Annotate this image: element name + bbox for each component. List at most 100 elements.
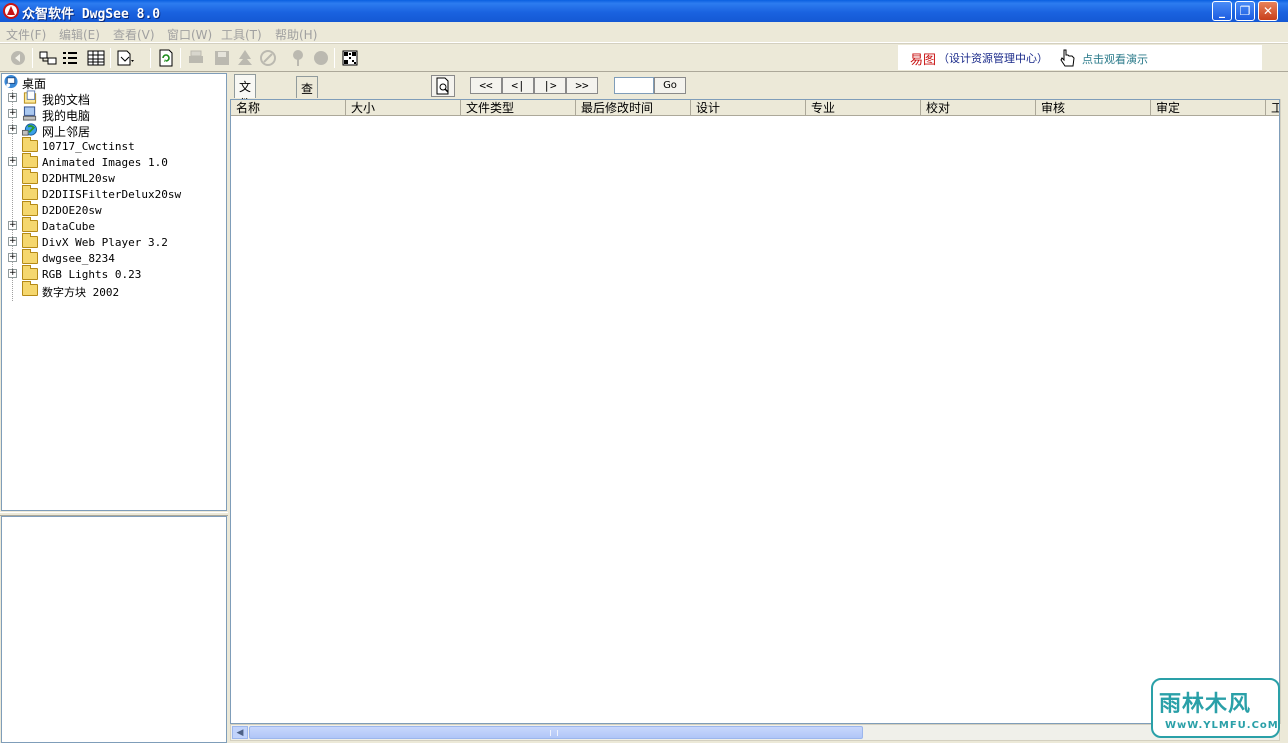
title-bar[interactable]: 众智软件 DwgSee 8.0 _ ❐ ✕ xyxy=(0,0,1288,22)
app-logo-icon[interactable] xyxy=(3,3,19,19)
file-type-filter-icon[interactable] xyxy=(115,48,135,68)
tree-item-folder[interactable]: D2DOE20sw xyxy=(2,201,226,218)
tree-item-folder[interactable]: + dwgsee_8234 xyxy=(2,249,226,266)
menu-help[interactable]: 帮助(H) xyxy=(275,26,317,43)
left-pane: 桌面 + 我的文档 + 我的电脑 + 网上邻居 10717_Cwctinst +… xyxy=(0,72,228,743)
folder-tree[interactable]: 桌面 + 我的文档 + 我的电脑 + 网上邻居 10717_Cwctinst +… xyxy=(1,73,227,511)
tree-item-folder[interactable]: + Animated Images 1.0 xyxy=(2,153,226,170)
tree-item-folder[interactable]: D2DIISFilterDelux20sw xyxy=(2,185,226,202)
save-icon[interactable] xyxy=(212,48,232,68)
restore-button[interactable]: ❐ xyxy=(1235,1,1255,21)
watermark-url: WwW.YLMFU.CoM xyxy=(1165,720,1279,731)
ad-brand-sub: （设计资源管理中心） xyxy=(938,52,1048,65)
menu-file[interactable]: 文件(F) xyxy=(6,26,46,43)
tree-item-folder[interactable]: + DivX Web Player 3.2 xyxy=(2,233,226,250)
circle-icon[interactable] xyxy=(311,48,331,68)
expand-toggle[interactable]: + xyxy=(8,157,17,166)
folder-icon xyxy=(22,153,38,168)
map-drive-icon[interactable] xyxy=(38,48,58,68)
window-title: 众智软件 DwgSee 8.0 xyxy=(22,7,161,22)
tree-item-label: D2DOE20sw xyxy=(42,204,102,217)
file-list[interactable]: 名称 大小 文件类型 最后修改时间 设计 专业 校对 审核 审定 工 xyxy=(230,99,1280,724)
column-header-discipline[interactable]: 专业 xyxy=(806,100,921,116)
expand-toggle[interactable]: + xyxy=(8,221,17,230)
network-icon xyxy=(22,123,38,136)
column-header-size[interactable]: 大小 xyxy=(346,100,461,116)
first-page-button[interactable]: << xyxy=(470,77,502,94)
folder-icon xyxy=(22,169,38,184)
tree-item-my-documents[interactable]: + 我的文档 xyxy=(2,90,226,107)
refresh-icon[interactable] xyxy=(156,48,176,68)
list-header: 名称 大小 文件类型 最后修改时间 设计 专业 校对 审核 审定 工 xyxy=(231,100,1279,116)
scroll-thumb[interactable] xyxy=(249,726,863,739)
tree-item-my-computer[interactable]: + 我的电脑 xyxy=(2,106,226,123)
back-icon[interactable] xyxy=(8,48,28,68)
expand-toggle[interactable]: + xyxy=(8,253,17,262)
preview-pane xyxy=(1,516,227,743)
tree-item-folder[interactable]: 10717_Cwctinst xyxy=(2,137,226,154)
my-computer-icon xyxy=(22,106,37,121)
scroll-grip xyxy=(550,730,558,736)
column-header-design[interactable]: 设计 xyxy=(691,100,806,116)
folder-icon xyxy=(22,201,38,216)
column-header-type[interactable]: 文件类型 xyxy=(461,100,576,116)
list-view-icon[interactable] xyxy=(60,48,80,68)
qrcode-icon[interactable] xyxy=(340,48,360,68)
print-icon[interactable] xyxy=(186,48,206,68)
tab-file-list[interactable]: 文件列表 xyxy=(234,74,257,145)
tab-query-results[interactable]: 查询结果 xyxy=(296,76,319,147)
column-header-proofread[interactable]: 校对 xyxy=(921,100,1036,116)
folder-icon xyxy=(22,265,38,280)
column-header-extra[interactable]: 工 xyxy=(1266,100,1279,116)
expand-toggle[interactable]: + xyxy=(8,93,17,102)
column-header-approve[interactable]: 审定 xyxy=(1151,100,1266,116)
toolbar-separator xyxy=(334,48,335,68)
ad-banner[interactable]: 易图 （设计资源管理中心） 点击观看演示 xyxy=(898,45,1262,70)
tree-item-folder[interactable]: + DataCube xyxy=(2,217,226,234)
minimize-button[interactable]: _ xyxy=(1212,1,1232,21)
expand-toggle[interactable]: + xyxy=(8,237,17,246)
toolbar-separator xyxy=(150,48,151,68)
tree-item-folder[interactable]: 数字方块 2002 xyxy=(2,281,226,299)
scroll-left-button[interactable]: ◀ xyxy=(232,726,248,739)
vertical-scrollbar[interactable] xyxy=(1280,99,1288,724)
expand-toggle[interactable]: + xyxy=(8,269,17,278)
tree-item-label: 10717_Cwctinst xyxy=(42,140,135,153)
go-button[interactable]: Go xyxy=(654,77,686,94)
column-header-name[interactable]: 名称 xyxy=(231,100,346,116)
demo-link[interactable]: 点击观看演示 xyxy=(1082,51,1148,67)
document-search-icon xyxy=(436,77,449,95)
menu-bar: 文件(F) 编辑(E) 查看(V) 窗口(W) 工具(T) 帮助(H) xyxy=(0,22,1288,43)
preview-button[interactable] xyxy=(431,75,455,97)
hand-pointer-icon xyxy=(1060,49,1075,67)
tree-icon[interactable] xyxy=(235,48,255,68)
watermark-logo: 雨林木风 WwW.YLMFU.CoM xyxy=(1151,678,1280,738)
tree-item-network[interactable]: + 网上邻居 xyxy=(2,122,226,139)
close-button[interactable]: ✕ xyxy=(1258,1,1278,21)
column-header-review[interactable]: 审核 xyxy=(1036,100,1151,116)
my-documents-icon xyxy=(23,90,37,104)
last-page-button[interactable]: >> xyxy=(566,77,598,94)
tree-item-label: DivX Web Player 3.2 xyxy=(42,236,168,249)
expand-toggle[interactable]: + xyxy=(8,109,17,118)
folder-icon xyxy=(22,249,38,264)
right-pane: 文件列表 查询结果 << <| |> >> Go 名称 大小 文件类型 最后修改… xyxy=(230,72,1288,743)
menu-view[interactable]: 查看(V) xyxy=(113,26,155,43)
horizontal-scrollbar[interactable]: ◀ xyxy=(230,724,1280,741)
tree-item-folder[interactable]: D2DHTML20sw xyxy=(2,169,226,186)
menu-edit[interactable]: 编辑(E) xyxy=(59,26,100,43)
menu-tools[interactable]: 工具(T) xyxy=(221,26,262,43)
pin-icon[interactable] xyxy=(288,48,308,68)
column-header-modified[interactable]: 最后修改时间 xyxy=(576,100,691,116)
toolbar-separator xyxy=(180,48,181,68)
prev-page-button[interactable]: <| xyxy=(502,77,534,94)
expand-toggle[interactable]: + xyxy=(8,125,17,134)
dwgsee-window: 众智软件 DwgSee 8.0 _ ❐ ✕ 文件(F) 编辑(E) 查看(V) … xyxy=(0,0,1288,743)
toolbar-separator xyxy=(110,48,111,68)
stamp-icon[interactable] xyxy=(258,48,278,68)
details-view-icon[interactable] xyxy=(86,48,106,68)
menu-window[interactable]: 窗口(W) xyxy=(167,26,212,43)
tree-item-folder[interactable]: + RGB Lights 0.23 xyxy=(2,265,226,282)
page-number-input[interactable] xyxy=(614,77,654,94)
next-page-button[interactable]: |> xyxy=(534,77,566,94)
